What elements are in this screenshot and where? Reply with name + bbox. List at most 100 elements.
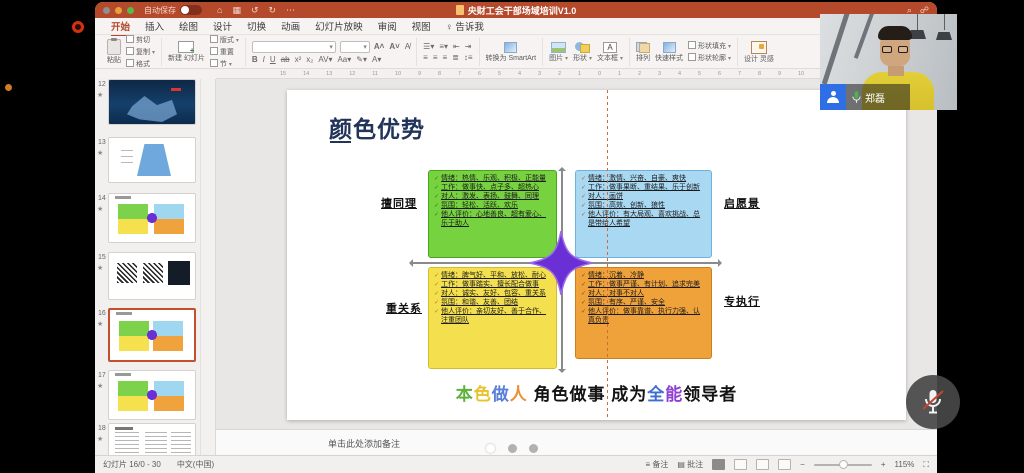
tab-9[interactable]: 视图: [412, 19, 431, 33]
language-indicator[interactable]: 中文(中国): [177, 459, 214, 470]
shapes-button[interactable]: 形状 ▾: [573, 42, 592, 63]
numbering-button[interactable]: ≡▾: [439, 42, 448, 51]
quadrant-box-blue[interactable]: ✓情绪：激情、兴奋、自豪、爽快✓工作：做事果断、重结果、乐于创新✓对人：画饼✓氛…: [575, 170, 712, 258]
tab-4[interactable]: 设计: [213, 19, 232, 33]
justify-icon[interactable]: ≣: [452, 53, 459, 62]
font-color-button[interactable]: A▾: [372, 55, 381, 64]
quick-styles-button[interactable]: 快速样式: [655, 42, 683, 63]
indent-increase-icon[interactable]: ⇥: [465, 42, 472, 51]
slide-title[interactable]: 颜色优势: [329, 110, 425, 144]
participant-badge[interactable]: [820, 84, 846, 110]
notes-toggle-button[interactable]: ≡ 备注: [646, 459, 669, 470]
paste-button[interactable]: 粘贴: [107, 39, 121, 65]
cut-button[interactable]: 剪切: [126, 35, 155, 45]
paste-icon: [107, 39, 121, 55]
italic-button[interactable]: I: [263, 55, 265, 64]
align-left-icon[interactable]: ≡: [423, 53, 428, 62]
tab-8[interactable]: 审阅: [378, 19, 397, 33]
picture-button[interactable]: 图片 ▾: [549, 42, 568, 63]
page-dot-3[interactable]: [529, 444, 538, 453]
minimize-window-button[interactable]: [115, 7, 122, 14]
quadrant-label-blue[interactable]: 启愿景: [724, 195, 760, 211]
autosave-toggle[interactable]: 自动保存: [144, 5, 202, 16]
slide-thumbnail-14[interactable]: [108, 193, 196, 243]
page-dot-2[interactable]: [508, 444, 517, 453]
arrange-button[interactable]: 排列: [636, 42, 650, 63]
tab-6[interactable]: 动画: [281, 19, 300, 33]
clear-format-icon[interactable]: A̸: [405, 42, 410, 51]
tab-10[interactable]: ♀ 告诉我: [446, 19, 484, 33]
section-button[interactable]: 节 ▾: [210, 59, 239, 69]
line-spacing-icon[interactable]: ↕≡: [464, 53, 473, 62]
caption-segment: 领导者: [683, 385, 737, 404]
char-spacing-button[interactable]: AV▾: [318, 55, 332, 64]
bullets-button[interactable]: ☰▾: [423, 42, 434, 51]
bold-button[interactable]: B: [252, 55, 258, 64]
quadrant-box-orange[interactable]: ✓情绪：沉着、冷静✓工作：做事严谨、有计划、追求完美✓对人：对事不对人✓氛围：有…: [575, 267, 712, 359]
maximize-window-button[interactable]: [127, 7, 134, 14]
page-dot-1[interactable]: [486, 444, 495, 453]
slide-sorter-view-button[interactable]: [734, 459, 747, 470]
layout-button[interactable]: 版式 ▾: [210, 35, 239, 45]
home-icon[interactable]: ⌂: [217, 6, 222, 15]
shape-fill-button[interactable]: 形状填充 ▾: [688, 41, 731, 51]
slide-caption[interactable]: 本色做人 角色做事 成为全能领导者: [287, 380, 906, 405]
undo-icon[interactable]: ↺: [251, 6, 259, 15]
quadrant-label-orange[interactable]: 专执行: [724, 293, 760, 309]
tab-7[interactable]: 幻灯片放映: [315, 19, 363, 33]
zoom-slider[interactable]: [814, 464, 872, 466]
align-right-icon[interactable]: ≡: [442, 53, 447, 62]
notes-placeholder[interactable]: 单击此处添加备注: [328, 437, 400, 450]
change-case-button[interactable]: Aa▾: [337, 55, 351, 64]
recent-files-icon[interactable]: ▦: [232, 6, 241, 15]
microphone-muted-button[interactable]: [906, 375, 960, 429]
close-window-button[interactable]: [103, 7, 110, 14]
font-name-select[interactable]: [252, 41, 336, 53]
slide-thumbnail-17[interactable]: [108, 370, 196, 420]
quadrant-label-yellow[interactable]: 重关系: [386, 300, 422, 316]
increase-font-icon[interactable]: A˄: [374, 42, 384, 51]
tab-3[interactable]: 绘图: [179, 19, 198, 33]
slide-thumbnail-15[interactable]: [108, 252, 196, 300]
autosave-switch[interactable]: [180, 5, 202, 15]
tab-1[interactable]: 开始: [111, 19, 130, 33]
zoom-slider-handle[interactable]: [839, 460, 848, 469]
design-ideas-button[interactable]: 设计 灵感: [744, 41, 774, 64]
current-slide[interactable]: 颜色优势 ✓情绪：热情、乐观、积极、正能量✓工作：做事快、点子多、超热心✓对人：…: [287, 90, 906, 420]
quadrant-label-green[interactable]: 擅同理: [381, 195, 417, 211]
reset-button[interactable]: 重置: [210, 47, 239, 57]
subscript-button[interactable]: x₂: [306, 55, 313, 64]
slide-thumbnail-13[interactable]: [108, 137, 196, 183]
zoom-out-icon[interactable]: −: [800, 460, 805, 469]
decrease-font-icon[interactable]: A˅: [389, 42, 399, 51]
normal-view-button[interactable]: [712, 459, 725, 470]
comments-toggle-button[interactable]: ▤ 批注: [677, 459, 703, 470]
slide-thumbnail-16[interactable]: [108, 308, 196, 362]
strikethrough-button[interactable]: ab: [281, 55, 290, 64]
slideshow-button[interactable]: [778, 459, 791, 470]
fit-to-window-icon[interactable]: ⛶: [923, 460, 929, 470]
superscript-button[interactable]: x²: [295, 55, 302, 64]
format-painter-button[interactable]: 格式: [126, 59, 155, 69]
textbox-button[interactable]: A 文本框 ▾: [597, 42, 623, 63]
webcam-video[interactable]: 郑磊: [820, 14, 957, 110]
convert-smartart-button[interactable]: 转换为 SmartArt: [486, 42, 537, 63]
zoom-level[interactable]: 115%: [895, 460, 915, 469]
zoom-in-icon[interactable]: +: [881, 460, 886, 469]
shape-outline-button[interactable]: 形状轮廓 ▾: [688, 53, 731, 63]
slide-thumbnail-12[interactable]: [108, 79, 196, 125]
copy-button[interactable]: 复制 ▾: [126, 47, 155, 57]
tab-2[interactable]: 插入: [145, 19, 164, 33]
notes-pane[interactable]: 单击此处添加备注: [216, 429, 937, 455]
slide-thumbnail-18[interactable]: [108, 423, 196, 455]
tab-5[interactable]: 切换: [247, 19, 266, 33]
highlight-button[interactable]: ✎▾: [356, 55, 367, 64]
new-slide-button[interactable]: 新建 幻灯片: [168, 41, 205, 63]
font-size-select[interactable]: [340, 41, 370, 53]
align-center-icon[interactable]: ≡: [433, 53, 438, 62]
underline-button[interactable]: U: [270, 55, 276, 64]
indent-decrease-icon[interactable]: ⇤: [453, 42, 460, 51]
reading-view-button[interactable]: [756, 459, 769, 470]
more-commands-icon[interactable]: ⋯: [286, 6, 295, 15]
redo-icon[interactable]: ↻: [269, 6, 277, 15]
